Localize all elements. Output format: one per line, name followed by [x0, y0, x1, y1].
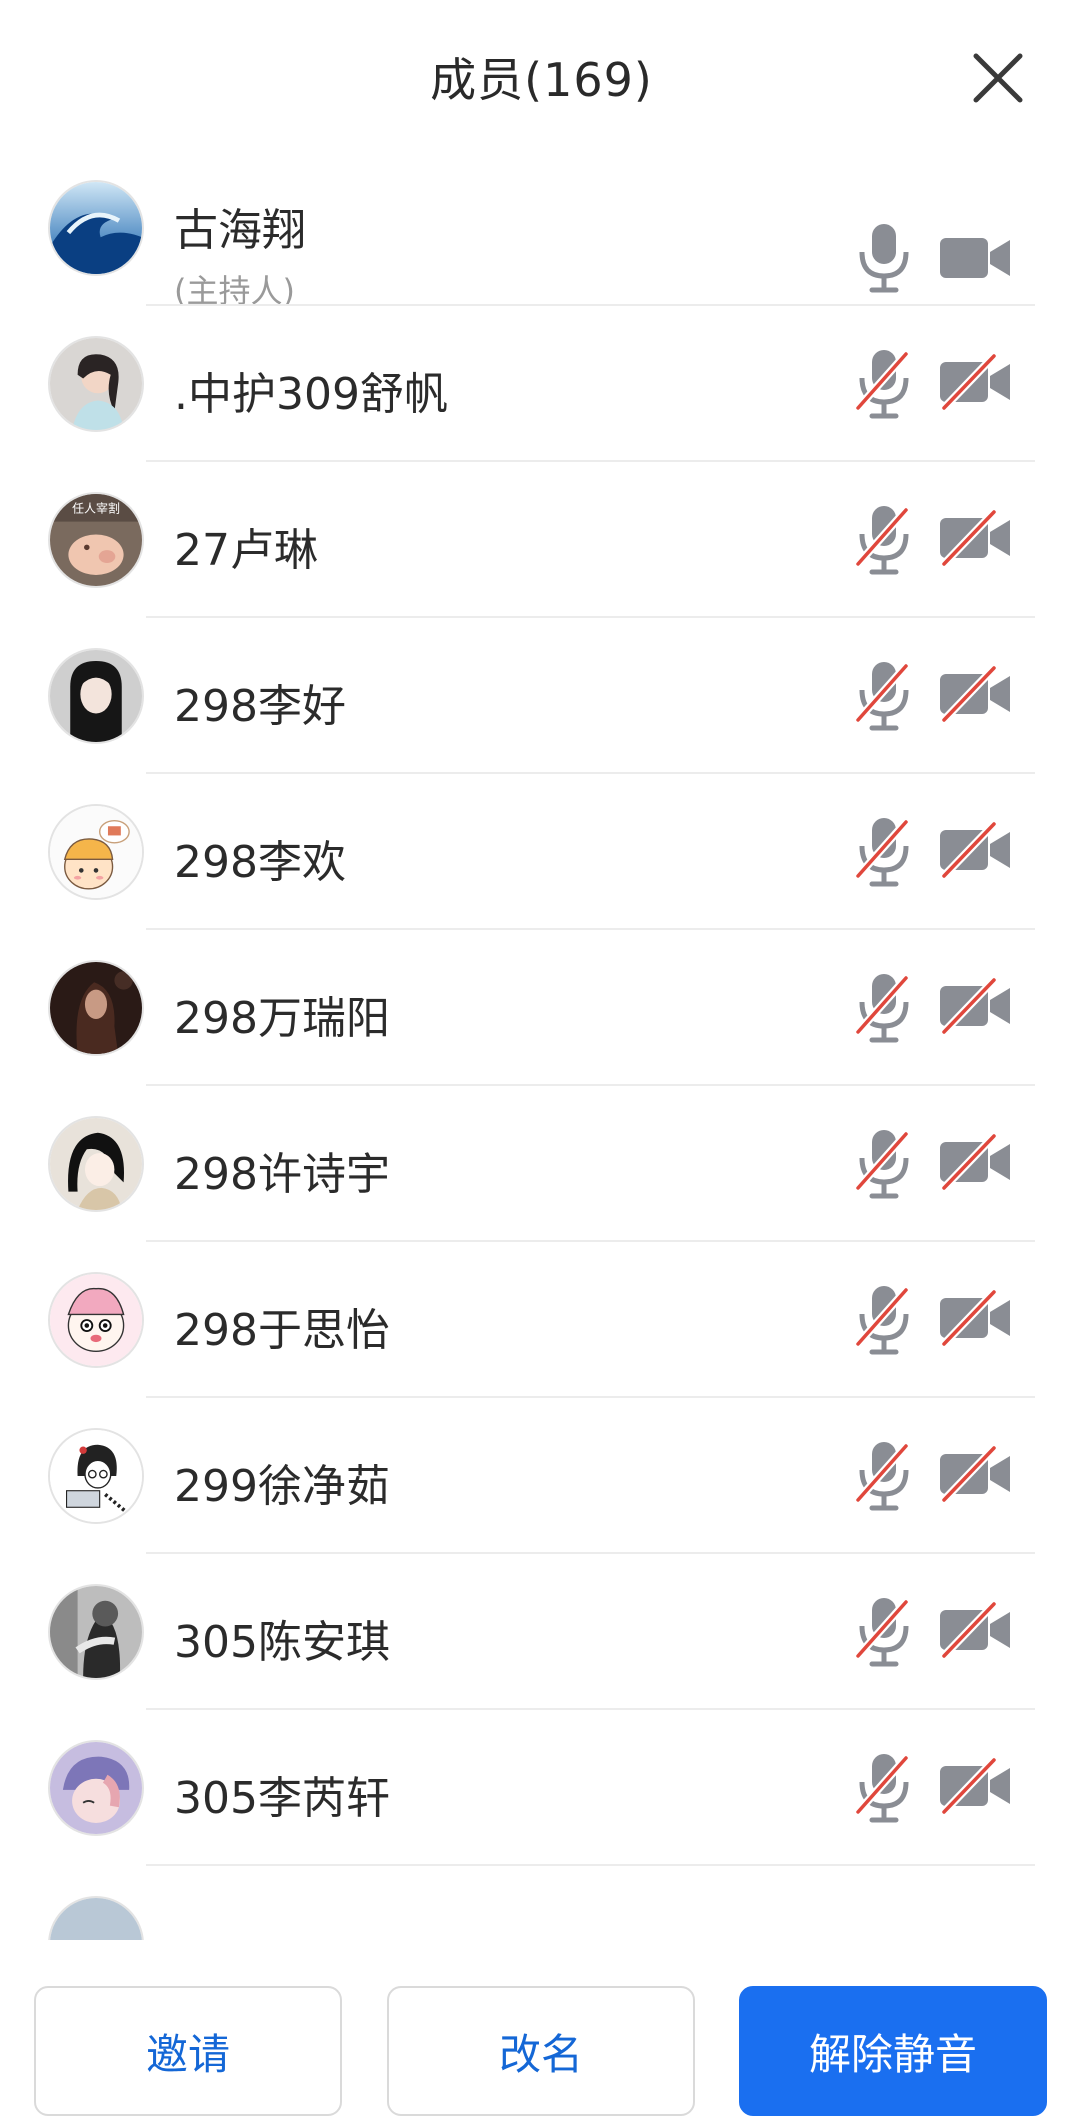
member-row[interactable]: 305李芮轩: [0, 1710, 1083, 1866]
member-row[interactable]: 298许诗宇: [0, 1086, 1083, 1242]
microphone-muted-icon[interactable]: [854, 658, 914, 732]
member-row-partial[interactable]: [0, 1866, 1083, 1940]
microphone-muted-icon[interactable]: [854, 1282, 914, 1356]
microphone-icon[interactable]: [854, 220, 914, 294]
member-row[interactable]: 299徐净茹: [0, 1398, 1083, 1554]
avatar: [48, 336, 144, 432]
member-name: 298许诗宇: [174, 1149, 390, 1200]
member-row[interactable]: 298李好: [0, 618, 1083, 774]
member-name: 298李欢: [174, 837, 346, 888]
camera-off-icon[interactable]: [938, 664, 1014, 724]
camera-off-icon[interactable]: [938, 1756, 1014, 1816]
avatar: 任人宰割: [48, 492, 144, 588]
member-name: 古海翔: [174, 205, 306, 256]
page-title: 成员(169): [430, 53, 653, 107]
avatar: [48, 648, 144, 744]
avatar: [48, 180, 144, 276]
microphone-muted-icon[interactable]: [854, 1594, 914, 1668]
member-name: .中护309舒帆: [174, 369, 448, 420]
avatar: [48, 1740, 144, 1836]
camera-off-icon[interactable]: [938, 352, 1014, 412]
camera-off-icon[interactable]: [938, 508, 1014, 568]
member-name: 305李芮轩: [174, 1773, 390, 1824]
microphone-muted-icon[interactable]: [854, 814, 914, 888]
microphone-muted-icon[interactable]: [854, 502, 914, 576]
microphone-muted-icon[interactable]: [854, 970, 914, 1044]
microphone-muted-icon[interactable]: [854, 346, 914, 420]
member-list[interactable]: 古海翔 (主持人) .中护309舒帆 任人宰割 27卢琳 298李好 298李欢…: [0, 150, 1083, 1940]
member-name: 27卢琳: [174, 525, 318, 576]
avatar-caption: 任人宰割: [72, 500, 120, 515]
member-row[interactable]: 任人宰割 27卢琳: [0, 462, 1083, 618]
invite-button[interactable]: 邀请: [34, 1986, 342, 2116]
member-name: 298于思怡: [174, 1305, 390, 1356]
member-row[interactable]: 298李欢: [0, 774, 1083, 930]
camera-off-icon[interactable]: [938, 1132, 1014, 1192]
member-row[interactable]: 305陈安琪: [0, 1554, 1083, 1710]
camera-off-icon[interactable]: [938, 976, 1014, 1036]
avatar: [48, 1272, 144, 1368]
unmute-button[interactable]: 解除静音: [739, 1986, 1047, 2116]
member-row[interactable]: 古海翔 (主持人): [0, 150, 1083, 310]
camera-off-icon[interactable]: [938, 820, 1014, 880]
camera-off-icon[interactable]: [938, 1288, 1014, 1348]
microphone-muted-icon[interactable]: [854, 1438, 914, 1512]
avatar: [48, 1116, 144, 1212]
action-bar: 邀请 改名 解除静音: [0, 1940, 1083, 2116]
microphone-muted-icon[interactable]: [854, 1126, 914, 1200]
avatar: [48, 804, 144, 900]
rename-button[interactable]: 改名: [387, 1986, 695, 2116]
member-row[interactable]: 298万瑞阳: [0, 930, 1083, 1086]
member-name: 305陈安琪: [174, 1617, 390, 1668]
avatar: [48, 960, 144, 1056]
camera-off-icon[interactable]: [938, 1600, 1014, 1660]
camera-off-icon[interactable]: [938, 1444, 1014, 1504]
avatar: [48, 1428, 144, 1524]
members-header: 成员(169): [0, 0, 1083, 150]
member-name: 299徐净茹: [174, 1461, 390, 1512]
member-name: 298万瑞阳: [174, 993, 390, 1044]
close-icon[interactable]: [966, 46, 1030, 110]
avatar: [48, 1584, 144, 1680]
member-name: 298李好: [174, 681, 346, 732]
member-row[interactable]: 298于思怡: [0, 1242, 1083, 1398]
microphone-muted-icon[interactable]: [854, 1750, 914, 1824]
camera-icon[interactable]: [938, 228, 1014, 288]
member-row[interactable]: .中护309舒帆: [0, 306, 1083, 462]
avatar: [48, 1896, 144, 1940]
